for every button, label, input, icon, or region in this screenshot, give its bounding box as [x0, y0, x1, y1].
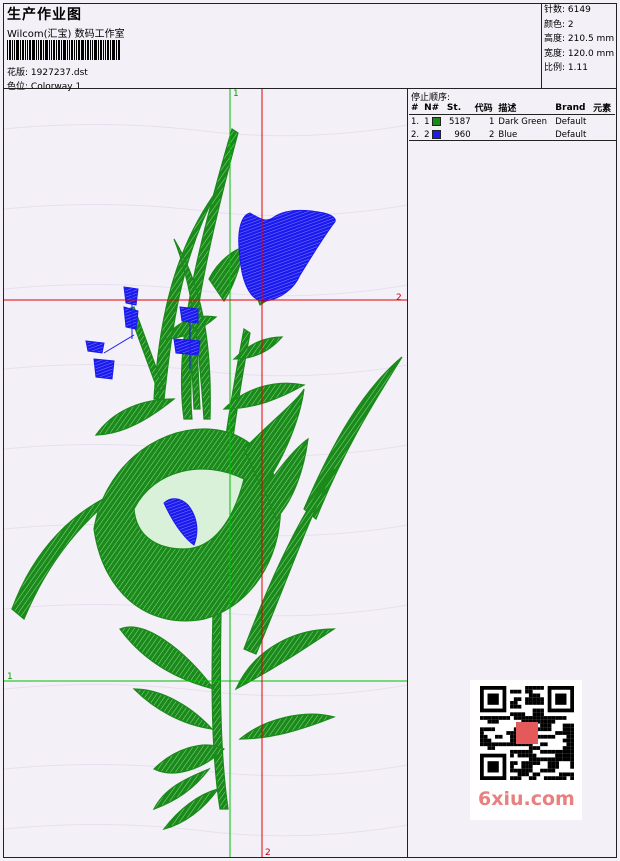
design-stats: 针数: 6149 颜色: 2 高度: 210.5 mm 宽度: 120.0 mm… [541, 3, 617, 88]
guide-label-top: 1 [233, 89, 239, 99]
stop-sequence-table: # N# St. 代码 描述 Brand 元素 1. 1 5187 1 Dark… [409, 101, 615, 141]
color-count: 颜色: 2 [542, 18, 617, 33]
color-count-label: 颜色: [544, 19, 566, 30]
watermark-text: 6xiu.com [478, 788, 575, 810]
needle-cell: 2 [422, 128, 445, 141]
element-cell [591, 115, 615, 129]
stop-index: 1. [411, 116, 420, 127]
design-width: 宽度: 120.0 mm [542, 47, 617, 62]
table-header-row: # N# St. 代码 描述 Brand 元素 [409, 101, 615, 115]
column-header: N# [422, 101, 445, 115]
column-header: # [409, 101, 423, 115]
column-header: St. [444, 101, 473, 115]
stitch-count-cell: 960 [454, 129, 471, 140]
column-header: Brand [553, 101, 592, 115]
code-cell: 2 [488, 129, 495, 140]
stitch-count-cell: 5187 [448, 116, 471, 127]
design-ratio-value: 1.11 [567, 63, 588, 74]
brand-cell: Default [555, 116, 587, 127]
code-cell: 1 [488, 116, 495, 127]
company-name: Wilcom(汇宝) 数码工作室 [7, 29, 125, 40]
guide-label-right: 2 [396, 293, 402, 303]
needle-cell: 1 [422, 115, 445, 129]
design-height: 高度: 210.5 mm [542, 32, 617, 47]
table-row: 2. 2 960 2 Blue Default [409, 128, 615, 141]
table-row: 1. 1 5187 1 Dark Green Default [409, 115, 615, 129]
guide-label-left: 1 [7, 672, 13, 682]
description-cell: Dark Green [498, 116, 548, 127]
column-header: 代码 [472, 101, 497, 115]
stitch-count: 针数: 6149 [542, 3, 617, 18]
brand-cell: Default [555, 129, 587, 140]
stitch-count-label: 针数: [544, 5, 566, 15]
header-block: 生产作业图 Wilcom(汇宝) 数码工作室 花版: 1927237.dst 色… [4, 4, 542, 92]
guide-label-bottom: 2 [265, 848, 271, 857]
barcode [7, 40, 145, 60]
design-ratio: 比例: 1.11 [542, 61, 617, 76]
design-width-label: 宽度: [544, 48, 566, 59]
stop-index: 2. [411, 129, 420, 140]
watermark: 6xiu.com [470, 680, 582, 820]
design-preview: 1 2 1 2 [4, 89, 408, 857]
watermark-seal [516, 722, 538, 744]
design-file-value: 1927237.dst [30, 68, 88, 78]
design-ratio-label: 比例: [544, 63, 566, 74]
column-header: 元素 [591, 101, 615, 115]
needle-number: 1 [424, 116, 430, 127]
color-count-value: 2 [567, 19, 574, 30]
design-width-value: 120.0 mm [567, 48, 615, 59]
design-file-row: 花版: 1927237.dst [7, 65, 88, 78]
stop-sequence-panel: 停止顺序: # N# St. 代码 描述 Brand 元素 1. 1 5187 … [409, 89, 617, 141]
description-cell: Blue [498, 129, 518, 140]
design-file-label: 花版: [7, 68, 29, 78]
design-height-value: 210.5 mm [567, 34, 615, 45]
needle-number: 2 [424, 129, 430, 140]
page-title: 生产作业图 [7, 7, 82, 23]
stitch-count-value: 6149 [567, 5, 591, 15]
design-height-label: 高度: [544, 34, 566, 45]
color-swatch [432, 116, 442, 126]
green-embroidery [11, 128, 403, 830]
element-cell [591, 128, 615, 141]
color-swatch [432, 129, 442, 139]
embroidery-canvas: 1 2 1 2 [4, 89, 407, 857]
column-header: 描述 [496, 101, 554, 115]
